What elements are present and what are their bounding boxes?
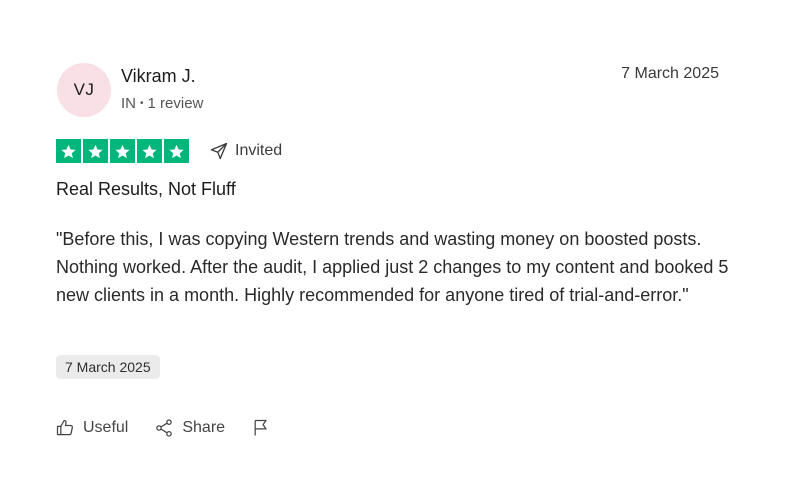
review-body: "Before this, I was copying Western tren… (56, 229, 729, 305)
thumbs-up-icon (56, 419, 73, 436)
review-actions: Useful Share (55, 418, 271, 438)
avatar-initials: VJ (73, 80, 95, 99)
report-button[interactable] (251, 418, 271, 438)
share-label: Share (182, 419, 226, 436)
meta-separator: • (140, 98, 144, 109)
useful-label: Useful (83, 419, 129, 436)
review-date: 7 March 2025 (621, 65, 719, 82)
rating-row: Invited (56, 139, 282, 163)
reviewer-meta: IN • 1 review (121, 95, 203, 112)
star-icon (164, 139, 189, 163)
star-icon (137, 139, 162, 163)
star-icon (83, 139, 108, 163)
send-icon (210, 142, 228, 160)
avatar[interactable]: VJ (57, 63, 111, 117)
invited-label: Invited (235, 142, 283, 159)
reviewer-review-count: 1 review (147, 95, 204, 112)
star-icon (56, 139, 81, 163)
date-of-experience-chip: 7 March 2025 (56, 355, 160, 379)
star-rating (56, 139, 189, 163)
invited-badge[interactable]: Invited (209, 141, 282, 161)
share-icon (156, 419, 173, 437)
flag-icon (254, 419, 267, 436)
useful-button[interactable]: Useful (55, 418, 128, 438)
share-button[interactable]: Share (154, 418, 225, 438)
reviewer-country: IN (121, 95, 136, 112)
star-icon (110, 139, 135, 163)
review-card: VJ Vikram J. IN • 1 review 7 March 2025 (0, 0, 800, 500)
reviewer-name[interactable]: Vikram J. (121, 66, 196, 87)
review-title: Real Results, Not Fluff (56, 179, 236, 199)
